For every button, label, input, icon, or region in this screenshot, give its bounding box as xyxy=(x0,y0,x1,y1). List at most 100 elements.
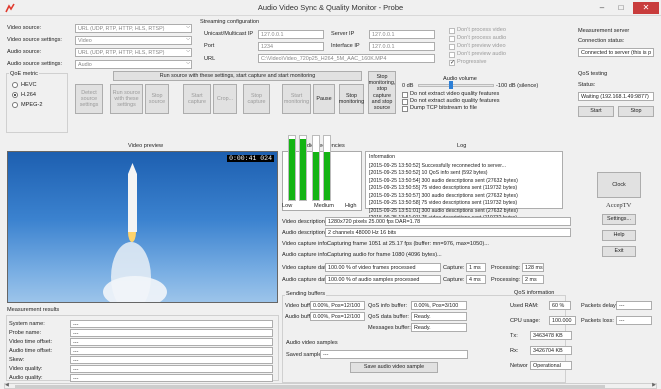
radio-mpeg2[interactable] xyxy=(12,102,18,108)
save-sample-button[interactable]: Save audio video sample xyxy=(350,362,438,373)
stop-source-button[interactable]: Stop source xyxy=(145,84,169,114)
run-all-button[interactable]: Run source with these settings, start ca… xyxy=(113,71,362,81)
dont-process-audio-checkbox[interactable] xyxy=(449,36,455,42)
dont-preview-video-checkbox[interactable] xyxy=(449,44,455,50)
rx-label: Rx: xyxy=(510,348,519,354)
stop-monitoring-button[interactable]: Stop monitoring xyxy=(339,84,364,114)
log-line: [2015-09-25 13:50:57] 300 audio descript… xyxy=(369,192,518,199)
radio-h264[interactable] xyxy=(12,92,18,98)
packets-loss-label: Packets loss: xyxy=(581,318,614,324)
video-capture-data-field: 100.00 % of video frames processed xyxy=(325,263,441,272)
video-capture-info-value: Capturing frame 1051 at 25.17 fps (buffe… xyxy=(327,241,489,247)
run-source-button[interactable]: Run source with these settings xyxy=(110,84,143,114)
video-source-select[interactable]: URL (UDP, RTP, HTTP, HLS, RTSP) xyxy=(75,24,192,33)
unicast-ip-input[interactable]: 127.0.0.1 xyxy=(258,30,324,39)
video-source-label: Video source: xyxy=(7,25,42,31)
log-title: Log xyxy=(457,143,467,149)
minimize-button[interactable]: – xyxy=(593,2,611,14)
audio-meter-bar xyxy=(288,135,296,201)
audio-capture-label: Capture: xyxy=(443,277,465,283)
scroll-left-icon[interactable]: ◀ xyxy=(5,382,9,388)
radio-hevc[interactable] xyxy=(12,82,18,88)
clock-button[interactable]: Clock xyxy=(597,172,641,198)
result-label: Probe name: xyxy=(9,330,42,336)
tx-field: 3463478 KB xyxy=(530,331,572,340)
dump-tcp-checkbox[interactable] xyxy=(402,106,408,112)
audio-meter-fill xyxy=(289,139,295,200)
saved-sample-field: --- xyxy=(320,350,468,359)
maximize-button[interactable]: □ xyxy=(612,2,630,14)
progressive-checkbox[interactable] xyxy=(449,59,455,66)
messages-buffer-label: Messages buffer: xyxy=(368,325,411,331)
server-ip-input[interactable]: 127.0.0.1 xyxy=(369,30,435,39)
audio-capture-info-label: Audio capture info: xyxy=(282,252,329,258)
audio-meter-bar xyxy=(323,135,331,201)
audio-volume-slider[interactable] xyxy=(418,81,494,89)
start-capture-button[interactable]: Start capture xyxy=(183,84,211,114)
audio-source-settings-select[interactable]: Audio xyxy=(75,60,192,69)
audio-buffer-field: 0.00%, Pos=12/100 xyxy=(310,312,365,321)
pause-button[interactable]: Pause xyxy=(313,84,335,114)
start-monitoring-button[interactable]: Start monitoring xyxy=(282,84,311,114)
cpu-usage-label: CPU usage: xyxy=(510,318,541,324)
horizontal-scrollbar[interactable]: ◀ ▶ xyxy=(4,382,657,389)
measurement-results-title: Measurement results xyxy=(7,307,60,313)
radio-h264-label: H.264 xyxy=(21,92,36,98)
crop-button[interactable]: Crop... xyxy=(213,84,237,114)
dont-preview-audio-checkbox[interactable] xyxy=(449,52,455,58)
video-source-settings-select[interactable]: Video xyxy=(75,36,192,45)
result-value: --- xyxy=(70,374,273,382)
rx-field: 3426704 KB xyxy=(530,346,572,355)
scroll-thumb[interactable] xyxy=(15,385,605,388)
audio-description-label: Audio description: xyxy=(282,230,327,236)
result-label: System name: xyxy=(9,321,45,327)
close-button[interactable]: ✕ xyxy=(633,2,659,14)
no-video-quality-checkbox[interactable] xyxy=(402,92,408,98)
freq-high-label: High xyxy=(345,203,357,209)
audio-processing-label: Processing: xyxy=(491,277,521,283)
scroll-right-icon[interactable]: ▶ xyxy=(652,382,656,388)
packets-delay-field: --- xyxy=(616,301,652,310)
rocket-launch-image xyxy=(103,163,167,302)
video-processing-time: 128 ms xyxy=(522,263,544,272)
qos-info-buffer-field: 0.00%, Pos=3/100 xyxy=(411,301,467,310)
audio-video-samples-title: Audio video samples xyxy=(286,340,338,346)
video-timestamp: 0:00:41 024 xyxy=(227,155,274,162)
no-video-quality-label: Do not extract video quality features xyxy=(410,91,500,97)
audio-meter-bar xyxy=(299,135,307,201)
used-ram-label: Used RAM: xyxy=(510,303,539,309)
dont-process-video-checkbox[interactable] xyxy=(449,28,455,34)
audio-source-select[interactable]: URL (UDP, RTP, HTTP, HLS, RTSP) xyxy=(75,48,192,57)
detect-settings-button[interactable]: Detect source settings xyxy=(75,84,103,114)
qos-status-field: Waiting (192.168.1.49:9877) xyxy=(578,92,654,101)
log-panel: Information [2015-09-25 13:50:52] Succes… xyxy=(365,151,563,221)
dont-process-audio-label: Don't process audio xyxy=(457,35,507,41)
stop-all-button[interactable]: Stop monitoring, stop capture and stop s… xyxy=(368,71,396,114)
audio-meter-fill xyxy=(300,139,306,200)
stop-capture-button[interactable]: Stop capture xyxy=(243,84,270,114)
packets-delay-label: Packets delay: xyxy=(581,303,618,309)
video-capture-time: 1 ms xyxy=(466,263,486,272)
qos-data-buffer-label: QoS data buffer: xyxy=(368,314,409,320)
result-label: Audio time offset: xyxy=(9,348,53,354)
qos-start-button[interactable]: Start xyxy=(578,106,614,117)
url-input[interactable]: C:\Video\Video_720p25_H264_5M_AAC_160K.M… xyxy=(258,54,435,63)
no-audio-quality-checkbox[interactable] xyxy=(402,99,408,105)
qoe-metric-label: QoE metric xyxy=(9,71,39,77)
audio-volume-thumb[interactable] xyxy=(449,81,453,89)
qos-info-buffer-label: QoS info buffer: xyxy=(368,303,408,309)
url-label: URL xyxy=(204,56,216,62)
interface-ip-input[interactable]: 127.0.0.1 xyxy=(369,42,435,51)
qos-stop-button[interactable]: Stop xyxy=(618,106,654,117)
audio-capture-data-field: 100.00 % of audio samples processed xyxy=(325,275,441,284)
result-value: --- xyxy=(70,347,273,355)
qos-status-label: Status: xyxy=(578,82,596,88)
video-capture-info-label: Video capture info: xyxy=(282,241,329,247)
help-button[interactable]: Help xyxy=(602,230,636,241)
log-line: [2015-09-25 13:50:58] 75 video descripti… xyxy=(369,200,518,206)
connection-status-label: Connection status: xyxy=(578,38,625,44)
audio-meter-bar xyxy=(312,135,320,201)
port-input[interactable]: 1234 xyxy=(258,42,324,51)
settings-button[interactable]: Settings... xyxy=(602,214,636,225)
exit-button[interactable]: Exit xyxy=(602,246,636,257)
